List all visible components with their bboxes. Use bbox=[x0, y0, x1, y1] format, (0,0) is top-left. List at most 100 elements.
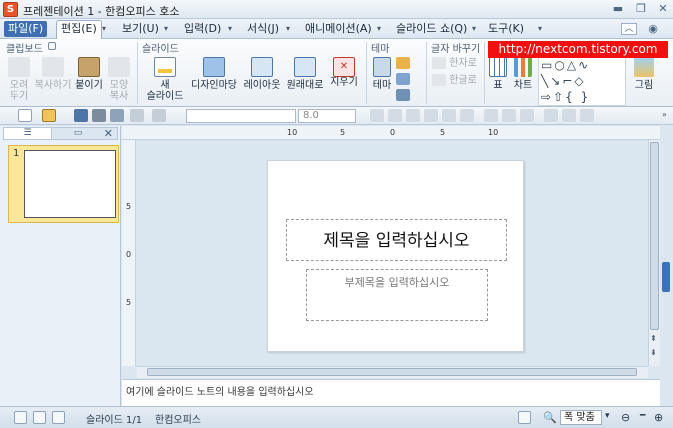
chevron-down-icon[interactable]: ▾ bbox=[228, 21, 232, 37]
tab-outline[interactable]: ☰ bbox=[4, 128, 52, 139]
font-color-icon[interactable] bbox=[460, 109, 474, 122]
menu-animation[interactable]: 애니메이션(A) bbox=[301, 21, 376, 37]
normal-view-icon[interactable] bbox=[14, 411, 27, 424]
italic-icon[interactable] bbox=[406, 109, 420, 122]
picture-button[interactable]: 그림 bbox=[631, 57, 657, 91]
layout-button[interactable]: 레이아웃 bbox=[241, 57, 283, 91]
zoom-out-icon[interactable]: ⊖ bbox=[621, 411, 630, 424]
chevron-down-icon[interactable]: ▾ bbox=[286, 21, 290, 37]
bracket-icon[interactable]: { } bbox=[565, 90, 590, 104]
freeform-icon[interactable]: ◇ bbox=[574, 74, 585, 88]
menu-insert[interactable]: 입력(D) bbox=[180, 21, 225, 37]
print-icon[interactable] bbox=[92, 109, 106, 122]
group-expand-icon[interactable] bbox=[48, 42, 56, 50]
menu-file[interactable]: 파일(F) bbox=[4, 21, 48, 37]
indent-icon[interactable] bbox=[580, 109, 594, 122]
triangle-icon[interactable]: △ bbox=[567, 58, 578, 72]
slide-thumbnail-selected[interactable]: 1 bbox=[8, 145, 119, 223]
strikethrough-icon[interactable] bbox=[442, 109, 456, 122]
copy-button[interactable]: 복사하기 bbox=[34, 57, 72, 91]
format-copy-button[interactable]: 모양 복사 bbox=[106, 57, 132, 102]
align-center-icon[interactable] bbox=[502, 109, 516, 122]
slide[interactable]: 제목을 입력하십시오 부제목을 입력하십시오 bbox=[267, 160, 524, 352]
menu-tools[interactable]: 도구(K) bbox=[484, 21, 528, 37]
slide-sorter-icon[interactable] bbox=[33, 411, 46, 424]
shapes-gallery[interactable]: ▭○△∿ ╲↘⌐◇ ⇨⇧{ } bbox=[538, 56, 626, 106]
open-folder-icon[interactable] bbox=[42, 109, 56, 122]
title-placeholder[interactable]: 제목을 입력하십시오 bbox=[286, 219, 507, 261]
preview-icon[interactable] bbox=[110, 109, 124, 122]
arrow-line-icon[interactable]: ↘ bbox=[550, 74, 562, 88]
zoom-search-icon[interactable]: 🔍 bbox=[543, 411, 557, 424]
bold-icon[interactable] bbox=[388, 109, 402, 122]
design-button[interactable]: 디자인마당 bbox=[190, 57, 238, 91]
hangul-button[interactable]: 한글로 bbox=[432, 74, 480, 86]
scroll-thumb[interactable] bbox=[650, 142, 659, 330]
close-icon[interactable]: ✕ bbox=[655, 2, 671, 16]
effects-icon[interactable] bbox=[396, 89, 410, 101]
vertical-scrollbar[interactable]: ⇞ ⇟ bbox=[648, 140, 660, 366]
zoom-slider-icon[interactable]: ━ bbox=[640, 411, 645, 421]
palette-icon[interactable] bbox=[396, 57, 410, 69]
bullet-list-icon[interactable] bbox=[544, 109, 558, 122]
zoom-select[interactable]: 폭 맞춤 bbox=[560, 410, 602, 425]
ribbon-collapse-icon[interactable]: ︿ bbox=[621, 23, 637, 35]
reset-button[interactable]: 원래대로 bbox=[285, 57, 325, 91]
chevron-down-icon[interactable]: ▾ bbox=[102, 21, 106, 37]
app-logo[interactable]: S bbox=[3, 2, 18, 17]
side-panel-grip[interactable] bbox=[662, 262, 670, 292]
cut-button[interactable]: 오려 두기 bbox=[6, 57, 32, 102]
paste-button[interactable]: 붙이기 bbox=[74, 57, 104, 91]
save-icon[interactable] bbox=[74, 109, 88, 122]
slideshow-view-icon[interactable] bbox=[52, 411, 65, 424]
help-icon[interactable]: ◉ bbox=[645, 22, 661, 36]
page-down-icon[interactable]: ⇟ bbox=[650, 348, 657, 357]
page-up-icon[interactable]: ⇞ bbox=[650, 334, 657, 343]
chevron-down-icon[interactable]: ▾ bbox=[605, 411, 610, 421]
circle-icon[interactable]: ○ bbox=[554, 58, 566, 72]
minimize-icon[interactable]: ▬ bbox=[610, 2, 626, 16]
new-slide-button[interactable]: 새 슬라이드 bbox=[142, 57, 188, 102]
tab-slides[interactable]: ▭ bbox=[54, 128, 102, 139]
menu-slideshow[interactable]: 슬라이드 쇼(Q) bbox=[392, 21, 471, 37]
undo-icon[interactable] bbox=[130, 109, 144, 122]
theme-button[interactable]: 테마 bbox=[370, 57, 394, 91]
font-size-select[interactable]: 8.0 bbox=[298, 109, 356, 123]
toolbar-more-icon[interactable]: » bbox=[662, 107, 667, 123]
menu-format[interactable]: 서식(J) bbox=[243, 21, 283, 37]
zoom-in-icon[interactable]: ⊕ bbox=[654, 411, 663, 424]
restore-icon[interactable]: ❐ bbox=[633, 2, 649, 16]
chevron-down-icon[interactable]: ▾ bbox=[538, 21, 542, 37]
menu-view[interactable]: 보기(U) bbox=[118, 21, 163, 37]
chevron-down-icon[interactable]: ▾ bbox=[377, 21, 381, 37]
underline-icon[interactable] bbox=[424, 109, 438, 122]
font-theme-icon[interactable] bbox=[396, 73, 410, 85]
align-left-icon[interactable] bbox=[484, 109, 498, 122]
hanja-button[interactable]: 한자로 bbox=[432, 57, 480, 69]
right-arrow-icon[interactable]: ⇨ bbox=[541, 90, 553, 104]
curve-icon[interactable]: ∿ bbox=[578, 58, 590, 72]
connector-icon[interactable]: ⌐ bbox=[562, 74, 574, 88]
rectangle-icon[interactable]: ▭ bbox=[541, 58, 554, 72]
slide-thumbnail[interactable] bbox=[24, 150, 116, 218]
delete-slide-button[interactable]: ✕ 지우기 bbox=[327, 57, 361, 88]
redo-icon[interactable] bbox=[152, 109, 166, 122]
fit-window-icon[interactable] bbox=[518, 411, 531, 424]
numbered-list-icon[interactable] bbox=[562, 109, 576, 122]
table-button[interactable]: 표 bbox=[487, 57, 509, 91]
new-document-icon[interactable] bbox=[18, 109, 32, 122]
close-icon[interactable]: ✕ bbox=[104, 127, 113, 140]
subtitle-placeholder[interactable]: 부제목을 입력하십시오 bbox=[306, 269, 488, 321]
menu-edit[interactable]: 편집(E) bbox=[56, 20, 102, 39]
chevron-down-icon[interactable]: ▾ bbox=[472, 21, 476, 37]
horizontal-scrollbar[interactable] bbox=[137, 366, 648, 378]
slide-notes-field[interactable]: 여기에 슬라이드 노트의 내용을 입력하십시오 bbox=[122, 379, 660, 406]
chevron-down-icon[interactable]: ▾ bbox=[164, 21, 168, 37]
increase-font-icon[interactable] bbox=[370, 109, 384, 122]
block-arrow-icon[interactable]: ⇧ bbox=[553, 90, 565, 104]
line-icon[interactable]: ╲ bbox=[541, 74, 550, 88]
font-name-select[interactable] bbox=[186, 109, 296, 123]
chart-button[interactable]: 차트 bbox=[512, 57, 534, 91]
scroll-thumb[interactable] bbox=[147, 368, 637, 376]
align-right-icon[interactable] bbox=[520, 109, 534, 122]
